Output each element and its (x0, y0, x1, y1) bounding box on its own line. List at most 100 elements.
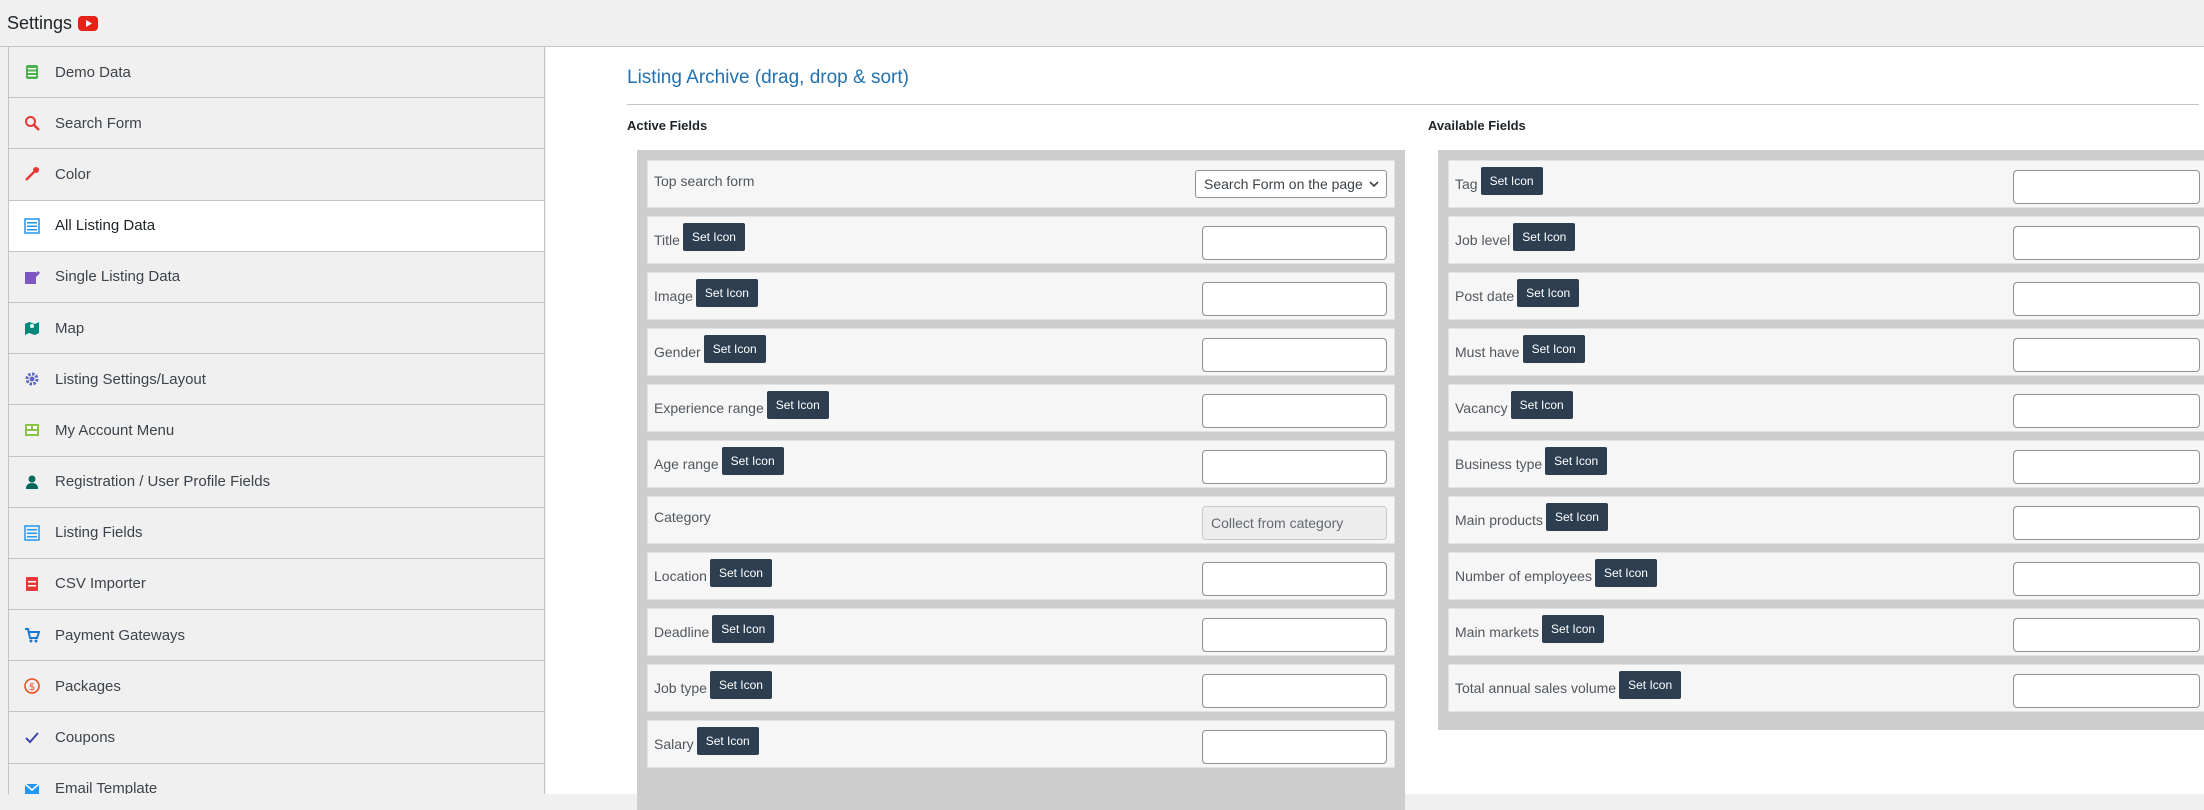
field-row-must-have[interactable]: Must have Set Icon (1448, 328, 2204, 376)
field-value-input[interactable] (2013, 170, 2200, 204)
field-label-wrap: Tag Set Icon (1455, 167, 1543, 195)
section-title: Listing Archive (drag, drop & sort) (627, 67, 909, 88)
sidebar-item-all-listing-data[interactable]: All Listing Data (9, 200, 544, 252)
set-icon-button[interactable]: Set Icon (1522, 335, 1585, 363)
field-value-input[interactable] (1202, 282, 1387, 316)
field-row-salary[interactable]: Salary Set Icon (647, 720, 1395, 768)
field-value-input[interactable] (2013, 394, 2200, 428)
search-form-select[interactable]: Search Form on the page (1195, 170, 1387, 198)
field-label-wrap: Gender Set Icon (654, 335, 766, 363)
field-label: Post date (1455, 288, 1515, 304)
sidebar-item-search-form[interactable]: Search Form (9, 98, 544, 150)
sidebar-item-payment-gateways[interactable]: Payment Gateways (9, 610, 544, 662)
field-row-vacancy[interactable]: Vacancy Set Icon (1448, 384, 2204, 432)
field-row-tag[interactable]: Tag Set Icon (1448, 160, 2204, 208)
field-label-wrap: Experience range Set Icon (654, 391, 829, 419)
set-icon-button[interactable]: Set Icon (1510, 391, 1573, 419)
available-fields-list[interactable]: Tag Set Icon Job level Set Icon Post date Set… (1438, 150, 2204, 730)
field-label: Deadline (654, 624, 710, 640)
sidebar-item-email-template[interactable]: Email Template (9, 764, 544, 794)
field-row-post-date[interactable]: Post date Set Icon (1448, 272, 2204, 320)
set-icon-button[interactable]: Set Icon (766, 391, 829, 419)
set-icon-button[interactable]: Set Icon (696, 727, 759, 755)
sidebar-item-packages[interactable]: $ Packages (9, 661, 544, 713)
sidebar-item-map[interactable]: Map (9, 303, 544, 355)
field-row-location[interactable]: Location Set Icon (647, 552, 1395, 600)
main-content: Listing Archive (drag, drop & sort) Acti… (546, 47, 2204, 810)
set-icon-button[interactable]: Set Icon (1517, 279, 1580, 307)
field-row-number-of-employees[interactable]: Number of employees Set Icon (1448, 552, 2204, 600)
field-value-input[interactable] (2013, 562, 2200, 596)
set-icon-button[interactable]: Set Icon (1480, 167, 1543, 195)
field-label: Experience range (654, 400, 764, 416)
field-value-input[interactable] (1202, 226, 1387, 260)
field-value-input[interactable] (2013, 282, 2200, 316)
set-icon-button[interactable]: Set Icon (1542, 615, 1605, 643)
youtube-icon[interactable] (78, 16, 99, 31)
sidebar-item-my-account-menu[interactable]: My Account Menu (9, 405, 544, 457)
sidebar-item-listing-settings-layout[interactable]: Listing Settings/Layout (9, 354, 544, 406)
set-icon-button[interactable]: Set Icon (1594, 559, 1657, 587)
field-value-input[interactable] (2013, 674, 2200, 708)
field-label: Location (654, 568, 707, 584)
set-icon-button[interactable]: Set Icon (1513, 223, 1576, 251)
sidebar-item-registration-user-profile-fields[interactable]: Registration / User Profile Fields (9, 457, 544, 508)
field-row-title[interactable]: Title Set Icon (647, 216, 1395, 264)
field-row-total-annual-sales-volume[interactable]: Total annual sales volume Set Icon (1448, 664, 2204, 712)
sidebar-item-demo-data[interactable]: Demo Data (9, 47, 544, 99)
set-icon-button[interactable]: Set Icon (703, 335, 766, 363)
field-value-input[interactable] (2013, 618, 2200, 652)
field-value-input[interactable] (1202, 338, 1387, 372)
field-label-wrap: Salary Set Icon (654, 727, 759, 755)
field-row-business-type[interactable]: Business type Set Icon (1448, 440, 2204, 488)
field-label: Salary (654, 736, 694, 752)
field-label-wrap: Image Set Icon (654, 279, 758, 307)
field-value-input[interactable] (2013, 506, 2200, 540)
section-divider (627, 104, 2199, 105)
field-value-input[interactable] (1202, 674, 1387, 708)
field-label: Age range (654, 456, 719, 472)
field-value-input[interactable] (1202, 618, 1387, 652)
field-value-input[interactable] (2013, 450, 2200, 484)
field-row-job-type[interactable]: Job type Set Icon (647, 664, 1395, 712)
field-label-wrap: Total annual sales volume Set Icon (1455, 671, 1682, 699)
sidebar-item-color[interactable]: Color (9, 149, 544, 201)
active-fields-list[interactable]: Top search form Search Form on the page Ti… (637, 150, 1405, 810)
set-icon-button[interactable]: Set Icon (1545, 503, 1608, 531)
field-value-input[interactable] (1202, 450, 1387, 484)
field-row-deadline[interactable]: Deadline Set Icon (647, 608, 1395, 656)
field-value-input[interactable] (2013, 226, 2200, 260)
field-value-input[interactable] (1202, 562, 1387, 596)
field-label-wrap: Main markets Set Icon (1455, 615, 1605, 643)
sidebar-item-coupons[interactable]: Coupons (9, 712, 544, 764)
field-row-top-search-form[interactable]: Top search form Search Form on the page (647, 160, 1395, 208)
sidebar-item-csv-importer[interactable]: CSV Importer (9, 559, 544, 611)
field-row-gender[interactable]: Gender Set Icon (647, 328, 1395, 376)
field-label-wrap: Number of employees Set Icon (1455, 559, 1657, 587)
field-row-experience-range[interactable]: Experience range Set Icon (647, 384, 1395, 432)
field-label: Gender (654, 344, 701, 360)
field-row-main-markets[interactable]: Main markets Set Icon (1448, 608, 2204, 656)
field-value-input[interactable] (1202, 394, 1387, 428)
sidebar-item-listing-fields[interactable]: Listing Fields (9, 508, 544, 559)
set-icon-button[interactable]: Set Icon (712, 615, 775, 643)
field-label: Title (654, 232, 680, 248)
set-icon-button[interactable]: Set Icon (1619, 671, 1682, 699)
menu-table-icon (23, 421, 41, 439)
field-value-input[interactable] (1202, 730, 1387, 764)
set-icon-button[interactable]: Set Icon (709, 559, 772, 587)
set-icon-button[interactable]: Set Icon (721, 447, 784, 475)
set-icon-button[interactable]: Set Icon (1545, 447, 1608, 475)
field-row-main-products[interactable]: Main products Set Icon (1448, 496, 2204, 544)
sidebar-item-single-listing-data[interactable]: Single Listing Data (9, 252, 544, 303)
field-row-job-level[interactable]: Job level Set Icon (1448, 216, 2204, 264)
field-row-age-range[interactable]: Age range Set Icon (647, 440, 1395, 488)
set-icon-button[interactable]: Set Icon (682, 223, 745, 251)
sidebar-item-label: Registration / User Profile Fields (55, 473, 271, 491)
field-row-category[interactable]: Category (647, 496, 1395, 544)
set-icon-button[interactable]: Set Icon (709, 671, 772, 699)
set-icon-button[interactable]: Set Icon (695, 279, 758, 307)
field-label: Image (654, 288, 693, 304)
field-row-image[interactable]: Image Set Icon (647, 272, 1395, 320)
field-value-input[interactable] (2013, 338, 2200, 372)
